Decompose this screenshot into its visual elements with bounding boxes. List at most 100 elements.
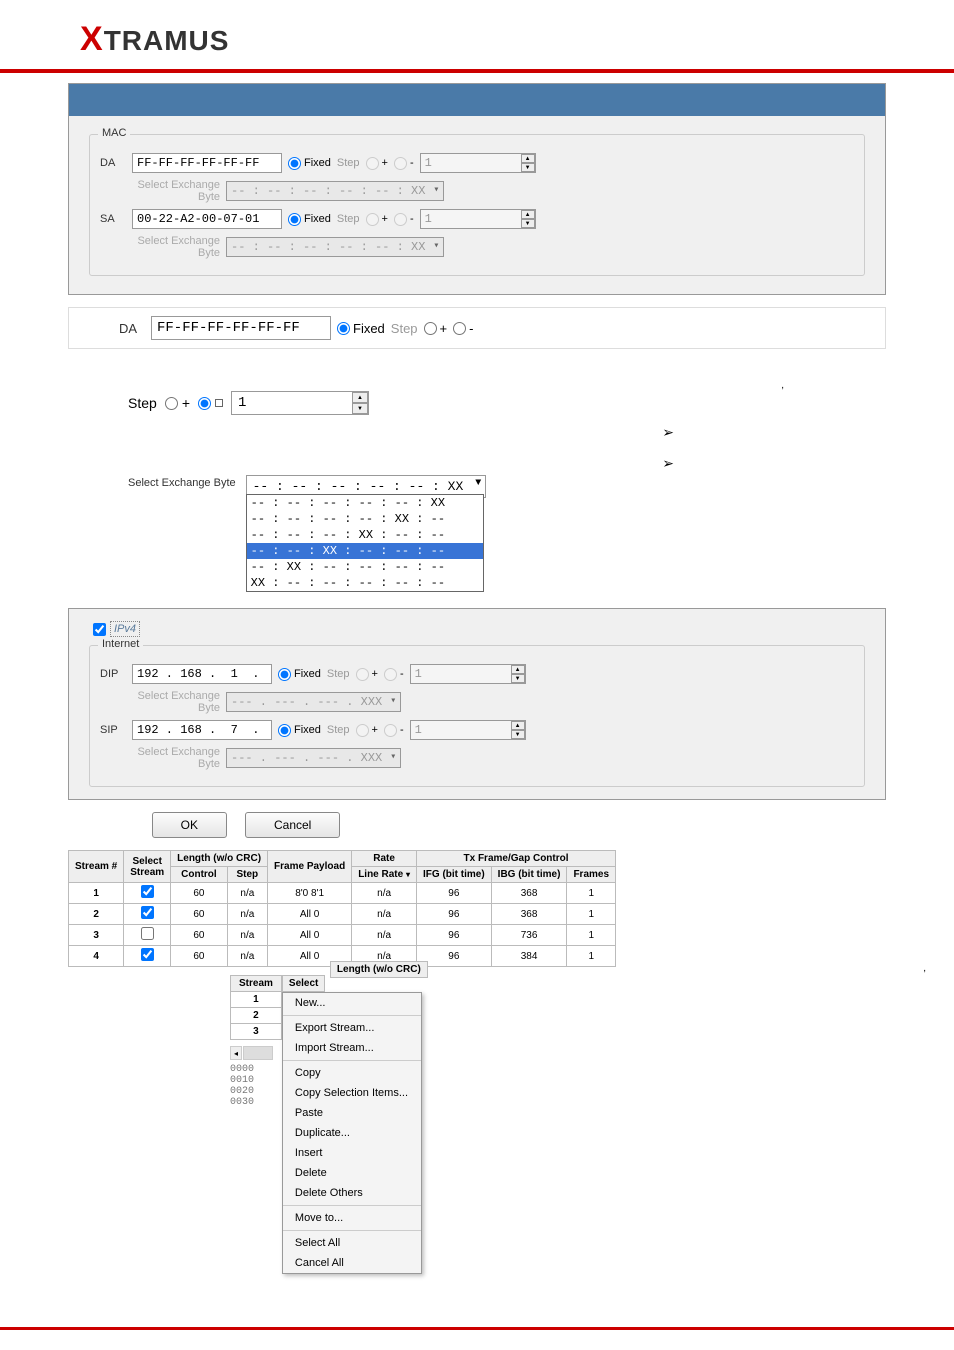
spinner-up[interactable]: ▲ xyxy=(521,154,535,163)
sip-step-spinner[interactable]: ▲▼ xyxy=(410,720,526,740)
context-menu[interactable]: New... Export Stream...Import Stream... Co… xyxy=(282,992,422,1274)
context-menu-item[interactable]: Export Stream... xyxy=(283,1018,421,1038)
sip-exchange-dropdown[interactable]: --- . --- . --- . XXX xyxy=(226,748,401,768)
ipv4-checkbox[interactable] xyxy=(93,623,106,636)
mini-col-stream[interactable]: Stream xyxy=(231,976,282,992)
col-frame-payload[interactable]: Frame Payload xyxy=(268,851,352,883)
context-menu-item[interactable]: Delete xyxy=(283,1163,421,1183)
spinner-down[interactable]: ▼ xyxy=(352,403,368,414)
cancel-button[interactable]: Cancel xyxy=(245,812,340,838)
sa-fixed-radio[interactable]: Fixed xyxy=(288,213,331,226)
zoom-minus-radio[interactable] xyxy=(198,397,223,410)
da-input[interactable] xyxy=(132,153,282,173)
col-line-rate[interactable]: Line Rate ▾ xyxy=(352,867,417,883)
exchange-option[interactable]: -- : -- : -- : -- : -- : XX xyxy=(247,495,484,511)
table-row[interactable]: 3 60n/aAll 0n/a967361 xyxy=(69,925,616,946)
footer-divider xyxy=(0,1327,954,1330)
sa-step-label: Step xyxy=(337,213,360,225)
spinner-up[interactable]: ▲ xyxy=(521,210,535,219)
col-frames[interactable]: Frames xyxy=(567,867,616,883)
ipv4-checkbox-row[interactable]: IPv4 xyxy=(89,617,865,641)
dip-fixed-radio[interactable]: Fixed xyxy=(278,668,321,681)
table-row[interactable]: 1 60n/a8'0 8'1n/a963681 xyxy=(69,883,616,904)
col-control[interactable]: Control xyxy=(171,867,228,883)
zoom-da-input[interactable] xyxy=(151,316,331,340)
dip-exchange-dropdown[interactable]: --- . --- . --- . XXX xyxy=(226,692,401,712)
context-menu-item[interactable]: Duplicate... xyxy=(283,1123,421,1143)
spinner-up[interactable]: ▲ xyxy=(511,721,525,730)
sa-minus-radio[interactable]: - xyxy=(394,213,414,226)
da-fixed-radio[interactable]: Fixed xyxy=(288,157,331,170)
scrollbar-thumb[interactable] xyxy=(243,1046,273,1060)
context-menu-item[interactable]: Copy Selection Items... xyxy=(283,1083,421,1103)
col-step[interactable]: Step xyxy=(227,867,267,883)
dip-exchange-row: Select Exchange Byte --- . --- . --- . X… xyxy=(100,690,854,714)
context-menu-item[interactable]: Move to... xyxy=(283,1208,421,1228)
sip-plus-radio[interactable]: + xyxy=(356,724,378,737)
col-ibg[interactable]: IBG (bit time) xyxy=(491,867,567,883)
da-minus-radio[interactable]: - xyxy=(394,157,414,170)
row-select-checkbox[interactable] xyxy=(141,948,154,961)
context-menu-item[interactable]: Copy xyxy=(283,1063,421,1083)
dip-plus-radio[interactable]: + xyxy=(356,668,378,681)
context-menu-item[interactable]: New... xyxy=(283,993,421,1013)
context-menu-item[interactable]: Delete Others xyxy=(283,1183,421,1203)
hex-offset: 0030 xyxy=(230,1097,254,1108)
exchange-dropdown[interactable]: -- : -- : -- : -- : -- : XX -- : -- : --… xyxy=(246,475,487,498)
spinner-down[interactable]: ▼ xyxy=(521,219,535,228)
sa-exchange-label: Select Exchange Byte xyxy=(120,235,220,259)
sa-exchange-dropdown[interactable]: -- : -- : -- : -- : -- : XX xyxy=(226,237,444,257)
sa-plus-radio[interactable]: + xyxy=(366,213,388,226)
exchange-option[interactable]: -- : XX : -- : -- : -- : -- xyxy=(247,559,484,575)
dip-minus-radio[interactable]: - xyxy=(384,668,404,681)
zoom-da-minus-radio[interactable]: - xyxy=(453,321,473,336)
scroll-left-icon[interactable]: ◂ xyxy=(230,1046,242,1060)
da-exchange-dropdown[interactable]: -- : -- : -- : -- : -- : XX xyxy=(226,181,444,201)
sa-label: SA xyxy=(100,213,126,225)
spinner-up[interactable]: ▲ xyxy=(511,665,525,674)
sip-minus-radio[interactable]: - xyxy=(384,724,404,737)
exchange-dropdown-list[interactable]: -- : -- : -- : -- : -- : XX-- : -- : -- … xyxy=(246,494,485,592)
context-menu-item[interactable]: Insert xyxy=(283,1143,421,1163)
table-row[interactable]: 2 xyxy=(231,1008,282,1024)
sa-step-spinner[interactable]: ▲▼ xyxy=(420,209,536,229)
dip-exchange-label: Select Exchange Byte xyxy=(120,690,220,714)
exchange-option[interactable]: -- : -- : -- : XX : -- : -- xyxy=(247,527,484,543)
row-select-checkbox[interactable] xyxy=(141,927,154,940)
exchange-option[interactable]: -- : -- : -- : -- : XX : -- xyxy=(247,511,484,527)
dip-step-spinner[interactable]: ▲▼ xyxy=(410,664,526,684)
spinner-down[interactable]: ▼ xyxy=(511,674,525,683)
col-ifg[interactable]: IFG (bit time) xyxy=(417,867,492,883)
sa-input[interactable] xyxy=(132,209,282,229)
col-select[interactable]: Select Stream xyxy=(124,851,171,883)
spinner-down[interactable]: ▼ xyxy=(521,163,535,172)
context-menu-item[interactable]: Select All xyxy=(283,1233,421,1253)
col-stream-num[interactable]: Stream # xyxy=(69,851,124,883)
table-row[interactable]: 1 xyxy=(231,992,282,1008)
exchange-label: Select Exchange Byte xyxy=(128,475,236,489)
table-row[interactable]: 3 xyxy=(231,1024,282,1040)
exchange-dropdown-zoom: Select Exchange Byte -- : -- : -- : -- :… xyxy=(68,475,886,498)
zoom-da-fixed-radio[interactable]: Fixed xyxy=(337,321,385,336)
context-menu-item[interactable]: Paste xyxy=(283,1103,421,1123)
brand-logo: XTRAMUS xyxy=(80,20,874,59)
row-select-checkbox[interactable] xyxy=(141,885,154,898)
sip-input[interactable] xyxy=(132,720,272,740)
exchange-option[interactable]: -- : -- : XX : -- : -- : -- xyxy=(247,543,484,559)
dip-input[interactable] xyxy=(132,664,272,684)
sip-fixed-radio[interactable]: Fixed xyxy=(278,724,321,737)
spinner-up[interactable]: ▲ xyxy=(352,392,368,403)
da-plus-radio[interactable]: + xyxy=(366,157,388,170)
spinner-down[interactable]: ▼ xyxy=(511,730,525,739)
da-step-spinner[interactable]: ▲▼ xyxy=(420,153,536,173)
table-row[interactable]: 2 60n/aAll 0n/a963681 xyxy=(69,904,616,925)
context-menu-item[interactable]: Cancel All xyxy=(283,1253,421,1273)
zoom-step-spinner[interactable]: ▲▼ xyxy=(231,391,369,415)
context-menu-item[interactable]: Import Stream... xyxy=(283,1038,421,1058)
exchange-option[interactable]: XX : -- : -- : -- : -- : -- xyxy=(247,575,484,591)
bullet-arrow-1 xyxy=(662,424,674,441)
zoom-plus-radio[interactable]: + xyxy=(165,395,190,411)
zoom-da-plus-radio[interactable]: + xyxy=(424,321,448,336)
ok-button[interactable]: OK xyxy=(152,812,227,838)
row-select-checkbox[interactable] xyxy=(141,906,154,919)
